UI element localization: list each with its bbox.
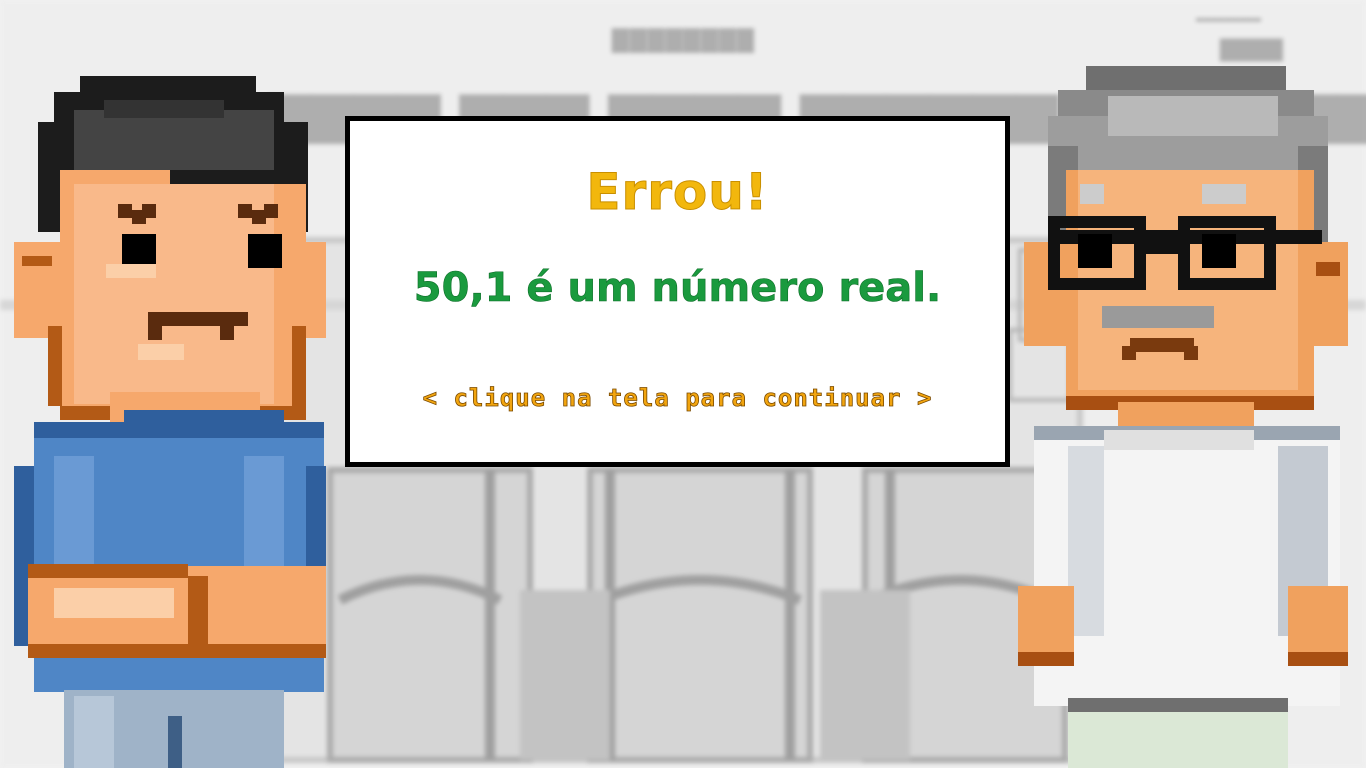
left-character (14, 76, 326, 768)
background-right-label: ▆▆▆▆ (1220, 32, 1283, 62)
dialog-title: Errou! (586, 163, 769, 222)
right-character (1018, 66, 1354, 768)
background-left-label: ▆▆▆▆▆▆▆▆ (612, 20, 755, 53)
feedback-dialog[interactable]: Errou! 50,1 é um número real. < clique n… (345, 116, 1010, 467)
background-small-label: ▬▬▬▬▬▬▬▬▬ (1196, 12, 1262, 26)
continue-hint[interactable]: < clique na tela para continuar > (350, 384, 1005, 413)
dialog-message: 50,1 é um número real. (413, 265, 942, 312)
game-screen[interactable]: ▬▬▬▬▬▬▬▬▬ ▆▆▆▆▆▆▆▆ ▆▆▆▆ ▆▆▆▆ ▆▆▆ ▆▆▆▆ ▆▆… (0, 0, 1366, 768)
